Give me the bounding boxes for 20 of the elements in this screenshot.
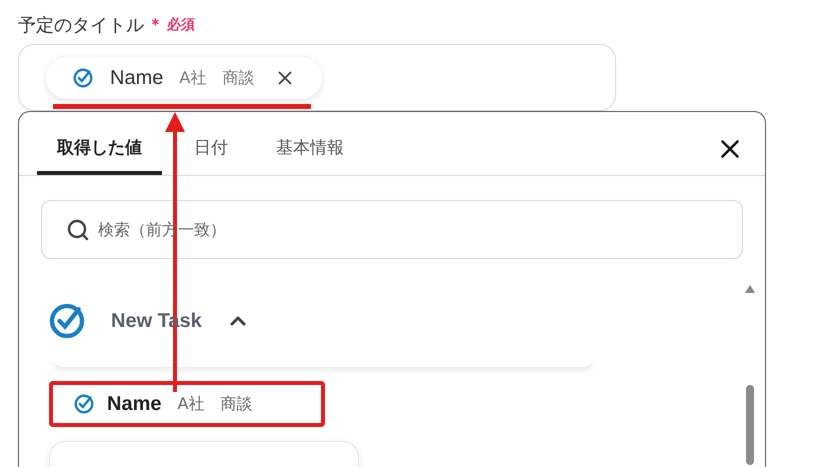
chip-meta: 商談 [222, 66, 254, 88]
value-chip[interactable]: Name A社 商談 [49, 381, 325, 427]
field-label: 予定のタイトル [18, 14, 144, 38]
check-circle-icon [72, 66, 94, 88]
scroll-thumb[interactable] [746, 385, 754, 465]
required-text: 必須 [167, 16, 195, 34]
search-icon [66, 218, 90, 242]
chip-meta: 商談 [220, 393, 252, 415]
scroll-up-icon[interactable] [745, 285, 755, 293]
value-chip[interactable]: Name A社 商談 [46, 56, 322, 98]
required-mark: ＊ [148, 14, 163, 35]
tab[interactable]: 日付 [170, 127, 252, 175]
tab[interactable]: 基本情報 [252, 127, 368, 175]
tab[interactable]: 取得した値 [37, 127, 162, 175]
chip-name: Name [110, 66, 164, 90]
chip-name: Name [107, 392, 162, 417]
chip-meta: A社 [177, 393, 204, 415]
chip-meta: A社 [179, 66, 206, 88]
task-check-icon [47, 301, 87, 341]
check-circle-icon [73, 393, 95, 415]
